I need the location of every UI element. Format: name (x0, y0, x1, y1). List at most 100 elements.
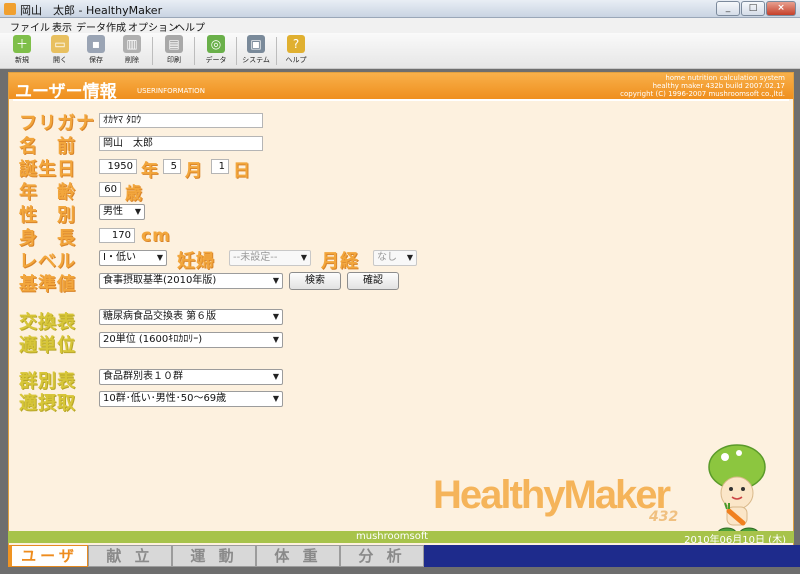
birth-day-input[interactable]: 1 (211, 159, 229, 174)
menu-view[interactable]: 表示 (52, 19, 72, 34)
standard-value: 食事摂取基準(2010年版) (103, 275, 217, 286)
menses-select[interactable]: なし ▼ (373, 250, 417, 266)
furigana-input[interactable]: ｵｶﾔﾏ ﾀﾛｳ (99, 113, 263, 128)
pregnancy-select[interactable]: --未設定-- ▼ (229, 250, 311, 266)
computer-icon: ▣ (247, 35, 265, 53)
healthymaker-logo: HealthyMaker (433, 473, 671, 517)
level-value: Ⅰ・低い (103, 252, 136, 263)
search-button[interactable]: 検索 (289, 272, 341, 290)
menu-file[interactable]: ファイル (10, 19, 50, 34)
menu-help[interactable]: ヘルプ (175, 19, 205, 34)
question-icon: ? (287, 35, 305, 53)
new-file-icon: ＋ (13, 35, 31, 53)
unit-select[interactable]: 20単位 (1600ｷﾛｶﾛﾘｰ) ▼ (99, 332, 283, 348)
company-name: mushroomsoft (356, 531, 429, 542)
pregnancy-value: --未設定-- (233, 252, 278, 263)
chevron-down-icon: ▼ (156, 253, 163, 262)
database-icon: ◎ (207, 35, 225, 53)
confirm-button[interactable]: 確認 (347, 272, 399, 290)
year-unit: 年 (141, 161, 159, 181)
version-info: home nutrition calculation system health… (620, 74, 785, 98)
group-value: 食品群別表１０群 (103, 371, 183, 382)
trash-icon: ▥ (123, 35, 141, 53)
level-select[interactable]: Ⅰ・低い ▼ (99, 250, 167, 266)
header-divider (13, 99, 789, 101)
menu-data-create[interactable]: データ作成 (76, 19, 126, 34)
minimize-button[interactable]: _ (716, 1, 740, 16)
tab-analysis[interactable]: 分 析 (340, 545, 424, 567)
tab-weight[interactable]: 体 重 (256, 545, 340, 567)
toolbar: ＋ 新規 ▭ 開く ▪ 保存 ▥ 削除 ▤ 印刷 ◎ データ ▣ システム ? … (0, 33, 800, 69)
tab-menu[interactable]: 献 立 (88, 545, 172, 567)
save-button[interactable]: ▪ 保存 (80, 35, 112, 67)
unit-label: 適単位 (19, 335, 76, 356)
save-label: 保存 (89, 56, 103, 64)
chevron-down-icon: ▼ (272, 394, 279, 403)
open-button[interactable]: ▭ 開く (44, 35, 76, 67)
data-button[interactable]: ◎ データ (200, 35, 232, 67)
data-label: データ (205, 56, 227, 64)
age-unit: 歳 (125, 184, 143, 204)
toolbar-separator (276, 37, 277, 65)
tab-user[interactable]: ユーザー (8, 545, 88, 574)
open-label: 開く (53, 56, 67, 64)
chevron-down-icon: ▼ (272, 335, 279, 344)
print-button[interactable]: ▤ 印刷 (158, 35, 190, 67)
mushroom-mascot-icon (708, 444, 766, 539)
chevron-down-icon: ▼ (134, 207, 141, 216)
birth-year-input[interactable]: 1950 (99, 159, 137, 174)
intake-select[interactable]: 10群･低い･男性･50～69歳 ▼ (99, 391, 283, 407)
new-button[interactable]: ＋ 新規 (6, 35, 38, 67)
standard-select[interactable]: 食事摂取基準(2010年版) ▼ (99, 273, 283, 289)
delete-label: 削除 (125, 56, 139, 64)
printer-icon: ▤ (165, 35, 183, 53)
standard-label: 基準値 (19, 274, 76, 295)
menses-label: 月経 (321, 251, 359, 272)
sex-select[interactable]: 男性 ▼ (99, 204, 145, 220)
status-bar: mushroomsoft 2010年06月10日 (木) (8, 531, 794, 546)
close-button[interactable]: × (766, 1, 796, 16)
month-unit: 月 (185, 161, 203, 181)
height-input[interactable]: 170 (99, 228, 135, 243)
floppy-icon: ▪ (87, 35, 105, 53)
group-select[interactable]: 食品群別表１０群 ▼ (99, 369, 283, 385)
chevron-down-icon: ▼ (300, 253, 307, 262)
birth-month-input[interactable]: 5 (163, 159, 181, 174)
maximize-button[interactable]: □ (741, 1, 765, 16)
delete-button[interactable]: ▥ 削除 (116, 35, 148, 67)
toolbar-separator (152, 37, 153, 65)
info-line: copyright (C) 1996-2007 mushroomsoft co.… (620, 90, 785, 98)
info-line: home nutrition calculation system (665, 74, 785, 82)
help-button[interactable]: ? ヘルプ (280, 35, 312, 67)
title-bar: 岡山 太郎 - HealthyMaker _ □ × (0, 0, 800, 18)
menu-bar: ファイル 表示 データ作成 オプション ヘルプ (0, 18, 800, 34)
cm-unit: cm (141, 226, 171, 246)
folder-icon: ▭ (51, 35, 69, 53)
system-label: システム (242, 56, 270, 64)
info-line: healthy maker 432b build 2007.02.17 (652, 82, 785, 90)
app-icon (4, 3, 16, 15)
tab-bar-filler (424, 545, 800, 567)
toolbar-separator (236, 37, 237, 65)
toolbar-separator (194, 37, 195, 65)
panel-header: ユーザー情報 USERINFORMATION home nutrition ca… (9, 73, 793, 102)
print-label: 印刷 (167, 56, 181, 64)
menses-value: なし (377, 252, 397, 263)
chevron-down-icon: ▼ (272, 372, 279, 381)
name-input[interactable]: 岡山 太郎 (99, 136, 263, 151)
menu-option[interactable]: オプション (128, 19, 178, 34)
intake-value: 10群･低い･男性･50～69歳 (103, 393, 227, 404)
day-unit: 日 (233, 161, 251, 181)
current-date: 2010年06月10日 (木) (684, 535, 786, 546)
sex-value: 男性 (103, 206, 123, 217)
system-button[interactable]: ▣ システム (240, 35, 272, 67)
unit-value: 20単位 (1600ｷﾛｶﾛﾘｰ) (103, 334, 203, 345)
help-label: ヘルプ (285, 56, 307, 64)
chevron-down-icon: ▼ (272, 312, 279, 321)
logo-version: 432 (649, 509, 679, 525)
age-field: 60 (99, 182, 121, 197)
user-info-panel: ユーザー情報 USERINFORMATION home nutrition ca… (8, 72, 794, 546)
intake-label: 適摂取 (19, 393, 76, 414)
tab-exercise[interactable]: 運 動 (172, 545, 256, 567)
exchange-select[interactable]: 糖尿病食品交換表 第６版 ▼ (99, 309, 283, 325)
